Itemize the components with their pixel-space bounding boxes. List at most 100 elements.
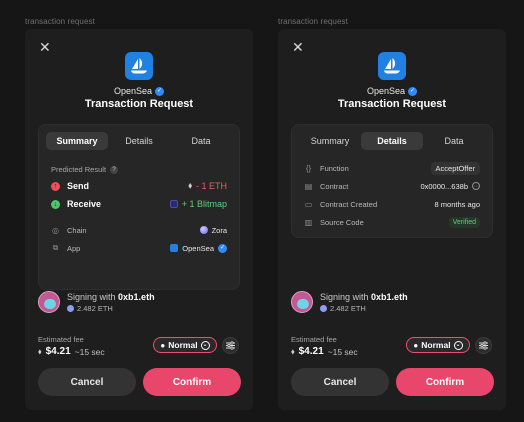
verified-icon: ✓ [155, 86, 165, 96]
signer-prefix: Signing with [67, 291, 116, 302]
eth-balance-icon [320, 304, 327, 312]
fee-eta: ~15 sec [74, 346, 105, 357]
contract-row: ▤ Contract 0x0000...638b ⋯ [292, 177, 492, 195]
tab-data[interactable]: Data [170, 132, 232, 150]
fee-settings-button[interactable] [475, 337, 492, 354]
opensea-logo [378, 52, 406, 80]
chain-label: Chain [67, 225, 87, 235]
fee-settings-button[interactable] [222, 337, 239, 354]
contract-created-label: Contract Created [320, 199, 378, 209]
eth-balance-icon [67, 304, 74, 312]
cancel-button[interactable]: Cancel [291, 368, 389, 396]
receive-arrow-icon: ↓ [51, 199, 60, 209]
confirm-button[interactable]: Confirm [396, 368, 494, 396]
summary-card: Summary Details Data Predicted Result ? … [38, 124, 240, 290]
contract-label: Contract [320, 181, 349, 191]
calendar-icon: ▭ [304, 199, 313, 209]
tab-summary[interactable]: Summary [299, 132, 361, 150]
verified-icon: ✓ [408, 86, 418, 96]
blitmap-nft-icon [169, 200, 178, 208]
frame-label: transaction request [278, 17, 348, 26]
file-check-icon: ▥ [304, 217, 313, 227]
source-code-label: Source Code [320, 217, 364, 227]
eth-icon: ⬧ [188, 181, 192, 190]
app-name: OpenSea ✓ [113, 86, 165, 96]
confirm-button[interactable]: Confirm [143, 368, 241, 396]
send-label: Send [67, 181, 90, 191]
page-title: Transaction Request [84, 98, 194, 110]
function-value: AcceptOffer [430, 161, 480, 175]
avatar [291, 291, 313, 313]
contract-created-value: 8 months ago [434, 199, 480, 209]
tab-data[interactable]: Data [423, 132, 485, 150]
gas-speed-selector[interactable]: ● Normal ⌄ [153, 337, 217, 353]
page-title: Transaction Request [337, 98, 447, 110]
avatar [38, 291, 60, 313]
transaction-request-panel-summary: ✕ OpenSea ✓ Transaction Request Summary … [25, 29, 253, 410]
receive-row: ↓ Receive + 1 Blitmap [39, 195, 239, 213]
signer: Signing with 0xb1.eth 2.482 ETH [38, 291, 155, 313]
app-value: OpenSea [182, 243, 214, 253]
contract-created-row: ▭ Contract Created 8 months ago [292, 195, 492, 213]
signer: Signing with 0xb1.eth 2.482 ETH [291, 291, 408, 313]
send-row: ↑ Send ⬧ - 1 ETH [39, 177, 239, 195]
zora-icon [199, 226, 208, 234]
fee-value: ⬧ $4.21 ~15 sec [291, 346, 358, 357]
fee-label: Estimated fee [291, 335, 337, 344]
receive-value: + 1 Blitmap [181, 199, 227, 209]
signer-balance: 2.482 ETH [330, 303, 366, 313]
globe-icon: ◎ [52, 225, 59, 235]
close-icon[interactable]: ✕ [292, 40, 304, 54]
eth-icon: ⬧ [38, 346, 42, 356]
speed-label: Normal [168, 340, 198, 350]
speed-icon: ● [160, 340, 166, 350]
send-arrow-icon: ↑ [51, 181, 60, 191]
signer-address: 0xb1.eth [371, 291, 408, 302]
tab-summary[interactable]: Summary [46, 132, 108, 150]
sliders-icon [479, 341, 488, 350]
frame-label: transaction request [25, 17, 95, 26]
app-name: OpenSea ✓ [366, 86, 418, 96]
signer-prefix: Signing with [320, 291, 369, 302]
app-window-icon: ⧉ [52, 243, 59, 252]
fee-label: Estimated fee [38, 335, 84, 344]
function-label: Function [320, 163, 349, 173]
help-icon[interactable]: ? [110, 165, 119, 174]
document-icon: ▤ [304, 181, 313, 191]
contract-value[interactable]: 0x0000...638b [420, 182, 468, 191]
tab-details[interactable]: Details [108, 132, 170, 150]
source-code-status: Verified [448, 216, 480, 228]
eth-icon: ⬧ [291, 346, 295, 356]
app-row: ⧉ App OpenSea ✓ [39, 239, 239, 257]
function-row: {} Function AcceptOffer [292, 159, 492, 177]
chevron-down-icon: ⌄ [200, 340, 210, 350]
speed-label: Normal [421, 340, 451, 350]
opensea-mini-icon [170, 244, 179, 252]
copy-icon[interactable]: ⋯ [472, 182, 480, 190]
verified-icon: ✓ [218, 243, 227, 253]
signer-balance: 2.482 ETH [77, 303, 113, 313]
close-icon[interactable]: ✕ [39, 40, 51, 54]
fee-usd: $4.21 [45, 346, 71, 357]
details-card: Summary Details Data {} Function AcceptO… [291, 124, 493, 238]
chain-row: ◎ Chain Zora [39, 221, 239, 239]
speed-icon: ● [413, 340, 419, 350]
chain-value: Zora [211, 225, 227, 235]
tab-bar: Summary Details Data [46, 132, 232, 150]
send-value: - 1 ETH [195, 181, 227, 191]
transaction-request-panel-details: ✕ OpenSea ✓ Transaction Request Summary … [278, 29, 506, 410]
cancel-button[interactable]: Cancel [38, 368, 136, 396]
tab-details[interactable]: Details [361, 132, 423, 150]
gas-speed-selector[interactable]: ● Normal ⌄ [406, 337, 470, 353]
chevron-down-icon: ⌄ [453, 340, 463, 350]
app-label: App [67, 243, 81, 253]
fee-usd: $4.21 [298, 346, 324, 357]
source-code-row: ▥ Source Code Verified [292, 213, 492, 231]
predicted-result-heading: Predicted Result ? [51, 165, 239, 174]
signer-address: 0xb1.eth [118, 291, 155, 302]
fee-value: ⬧ $4.21 ~15 sec [38, 346, 105, 357]
code-braces-icon: {} [305, 163, 312, 173]
opensea-logo [125, 52, 153, 80]
receive-label: Receive [67, 199, 102, 209]
tab-bar: Summary Details Data [299, 132, 485, 150]
